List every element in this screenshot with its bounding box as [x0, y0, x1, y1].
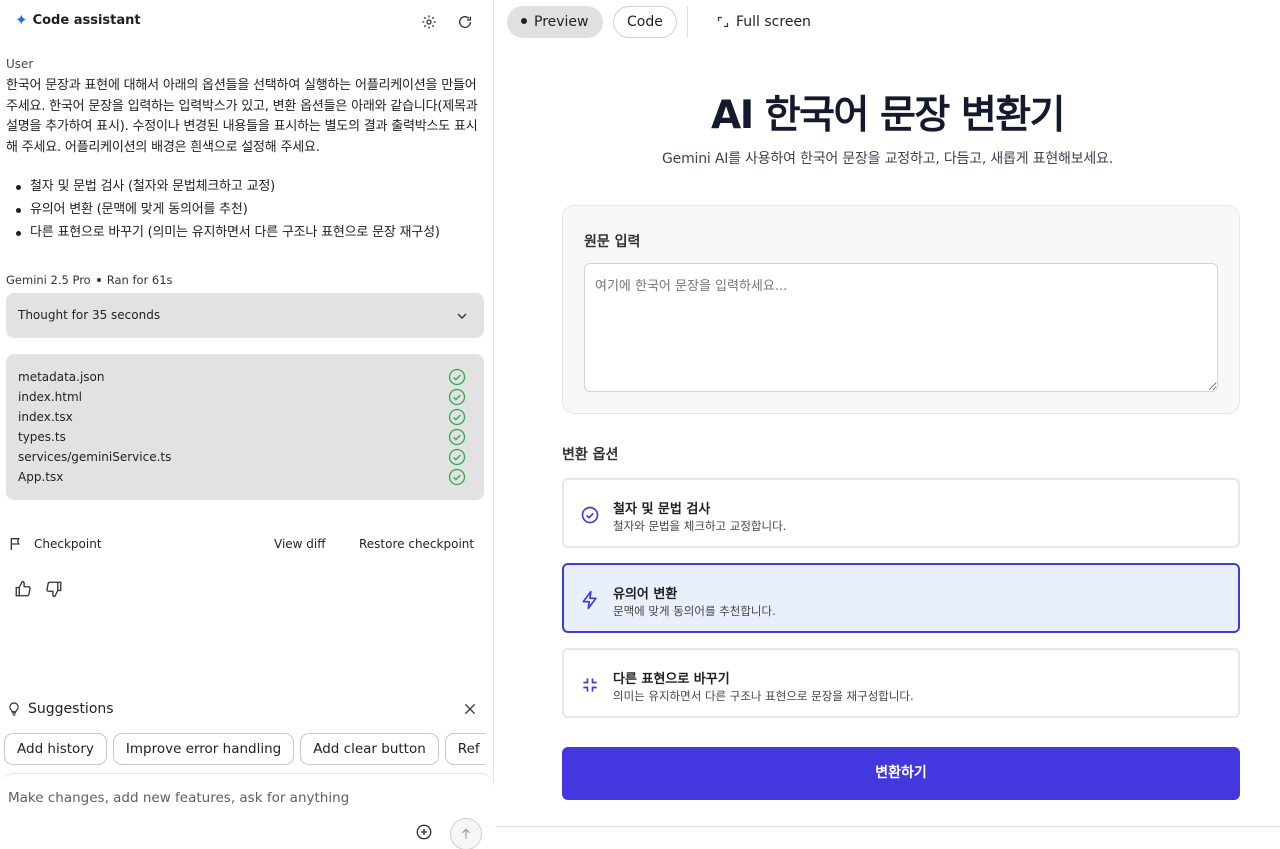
option-spell-check[interactable]: 철자 및 문법 검사 철자와 문법을 체크하고 교정합니다. — [562, 478, 1240, 548]
preview-panel: Preview Code Full screen AI 한국어 문장 변환기 G… — [495, 0, 1280, 849]
file-name: App.tsx — [18, 470, 64, 484]
bottom-divider — [495, 826, 1280, 827]
refresh-icon[interactable] — [455, 12, 475, 32]
preview-toolbar: Preview Code Full screen — [495, 0, 1280, 44]
option-description: 철자와 문법을 체크하고 교정합니다. — [613, 519, 787, 533]
file-name: metadata.json — [18, 370, 105, 384]
checkpoint-row: Checkpoint View diff Restore checkpoint — [6, 533, 484, 557]
file-name: types.ts — [18, 430, 66, 444]
suggestion-chip[interactable]: Add clear button — [300, 733, 439, 765]
model-info: Gemini 2.5 Pro Ran for 61s — [6, 273, 173, 287]
option-paraphrase[interactable]: 다른 표현으로 바꾸기 의미는 유지하면서 다른 구조나 표현으로 문장을 재구… — [562, 648, 1240, 718]
send-button[interactable] — [450, 818, 482, 849]
list-item: 다른 표현으로 바꾸기 (의미는 유지하면서 다른 구조나 표현으로 문장 재구… — [6, 221, 486, 244]
thought-label: Thought for 35 seconds — [18, 308, 161, 322]
flag-icon — [10, 538, 20, 550]
check-circle-icon — [448, 408, 466, 426]
expand-icon — [717, 16, 729, 28]
add-circle-icon[interactable] — [415, 823, 433, 841]
option-description: 문맥에 맞게 동의어를 추천합니다. — [613, 604, 776, 618]
check-circle-icon — [448, 388, 466, 406]
option-title: 유의어 변환 — [613, 587, 678, 602]
tab-code[interactable]: Code — [613, 6, 677, 38]
view-diff-button[interactable]: View diff — [274, 537, 326, 551]
restore-checkpoint-button[interactable]: Restore checkpoint — [359, 537, 474, 551]
input-label: 원문 입력 — [584, 234, 641, 250]
file-row[interactable]: services/geminiService.ts — [18, 448, 466, 468]
model-name: Gemini 2.5 Pro — [6, 273, 91, 287]
source-text-input[interactable] — [584, 263, 1218, 392]
chevron-down-icon — [457, 313, 467, 319]
close-icon[interactable] — [462, 701, 478, 717]
tab-preview[interactable]: Preview — [507, 6, 603, 38]
changed-files-list: metadata.json index.html index.tsx types… — [6, 354, 484, 500]
file-name: services/geminiService.ts — [18, 450, 172, 464]
file-row[interactable]: App.tsx — [18, 468, 466, 488]
tab-preview-label: Preview — [534, 14, 589, 30]
page-title: AI 한국어 문장 변환기 — [711, 93, 1065, 138]
user-message: 한국어 문장과 표현에 대해서 아래의 옵션들을 선택하여 실행하는 어플리케이… — [6, 78, 478, 155]
check-circle-icon — [581, 506, 599, 524]
suggestion-chips: Add history Improve error handling Add cle… — [4, 733, 486, 765]
code-assistant-panel: ✦ Code assistant User 한국어 문장과 표현에 대해서 아래… — [0, 0, 494, 849]
options-label: 변환 옵션 — [562, 447, 619, 463]
prompt-input[interactable]: Make changes, add new features, ask for … — [8, 790, 349, 806]
lightbulb-icon — [9, 702, 19, 716]
suggestion-chip[interactable]: Improve error handling — [112, 733, 295, 765]
check-circle-icon — [448, 448, 466, 466]
suggestion-chip[interactable]: Ref — [444, 733, 486, 765]
suggestion-chip[interactable]: Add history — [4, 733, 107, 765]
option-synonym[interactable]: 유의어 변환 문맥에 맞게 동의어를 추천합니다. — [562, 563, 1240, 633]
page-subtitle: Gemini AI를 사용하여 한국어 문장을 교정하고, 다듬고, 새롭게 표… — [662, 151, 1113, 167]
input-card: 원문 입력 — [562, 205, 1240, 414]
option-description: 의미는 유지하면서 다른 구조나 표현으로 문장을 재구성합니다. — [613, 689, 914, 703]
lightning-icon — [582, 590, 597, 610]
file-name: index.html — [18, 390, 82, 404]
list-item: 유의어 변환 (문맥에 맞게 동의어를 추천) — [6, 198, 486, 221]
check-circle-icon — [448, 468, 466, 486]
checkpoint-label: Checkpoint — [34, 537, 102, 551]
fullscreen-label: Full screen — [736, 14, 811, 30]
suggestions-header: Suggestions — [6, 699, 484, 721]
thumbs-down-icon[interactable] — [45, 580, 63, 598]
fullscreen-button[interactable]: Full screen — [717, 6, 811, 38]
list-item: 철자 및 문법 검사 (철자와 문법체크하고 교정) — [6, 175, 486, 198]
run-duration: Ran for 61s — [106, 273, 173, 287]
prompt-composer[interactable]: Make changes, add new features, ask for … — [0, 773, 494, 849]
shrink-arrows-icon — [583, 678, 597, 692]
sparkle-icon: ✦ — [15, 11, 28, 29]
assistant-header: ✦ Code assistant — [0, 0, 494, 44]
user-label: User — [6, 57, 34, 71]
file-name: index.tsx — [18, 410, 73, 424]
user-option-list: 철자 및 문법 검사 (철자와 문법체크하고 교정) 유의어 변환 (문맥에 맞… — [6, 175, 486, 244]
file-row[interactable]: types.ts — [18, 428, 466, 448]
settings-icon[interactable] — [419, 12, 439, 32]
option-title: 철자 및 문법 검사 — [613, 502, 711, 517]
option-title: 다른 표현으로 바꾸기 — [613, 672, 730, 687]
assistant-title: ✦ Code assistant — [15, 11, 141, 29]
arrow-up-icon — [462, 828, 470, 839]
assistant-title-text: Code assistant — [32, 13, 141, 28]
convert-button[interactable]: 변환하기 — [562, 747, 1240, 800]
thought-toggle[interactable]: Thought for 35 seconds — [6, 293, 484, 338]
suggestions-label: Suggestions — [28, 701, 114, 717]
file-row[interactable]: metadata.json — [18, 368, 466, 388]
thumbs-up-icon[interactable] — [14, 580, 32, 598]
toolbar-divider — [687, 6, 688, 38]
file-row[interactable]: index.html — [18, 388, 466, 408]
check-circle-icon — [448, 428, 466, 446]
tab-code-label: Code — [627, 14, 663, 30]
check-circle-icon — [448, 368, 466, 386]
file-row[interactable]: index.tsx — [18, 408, 466, 428]
active-dot-icon — [521, 18, 527, 24]
separator-dot — [96, 277, 101, 282]
